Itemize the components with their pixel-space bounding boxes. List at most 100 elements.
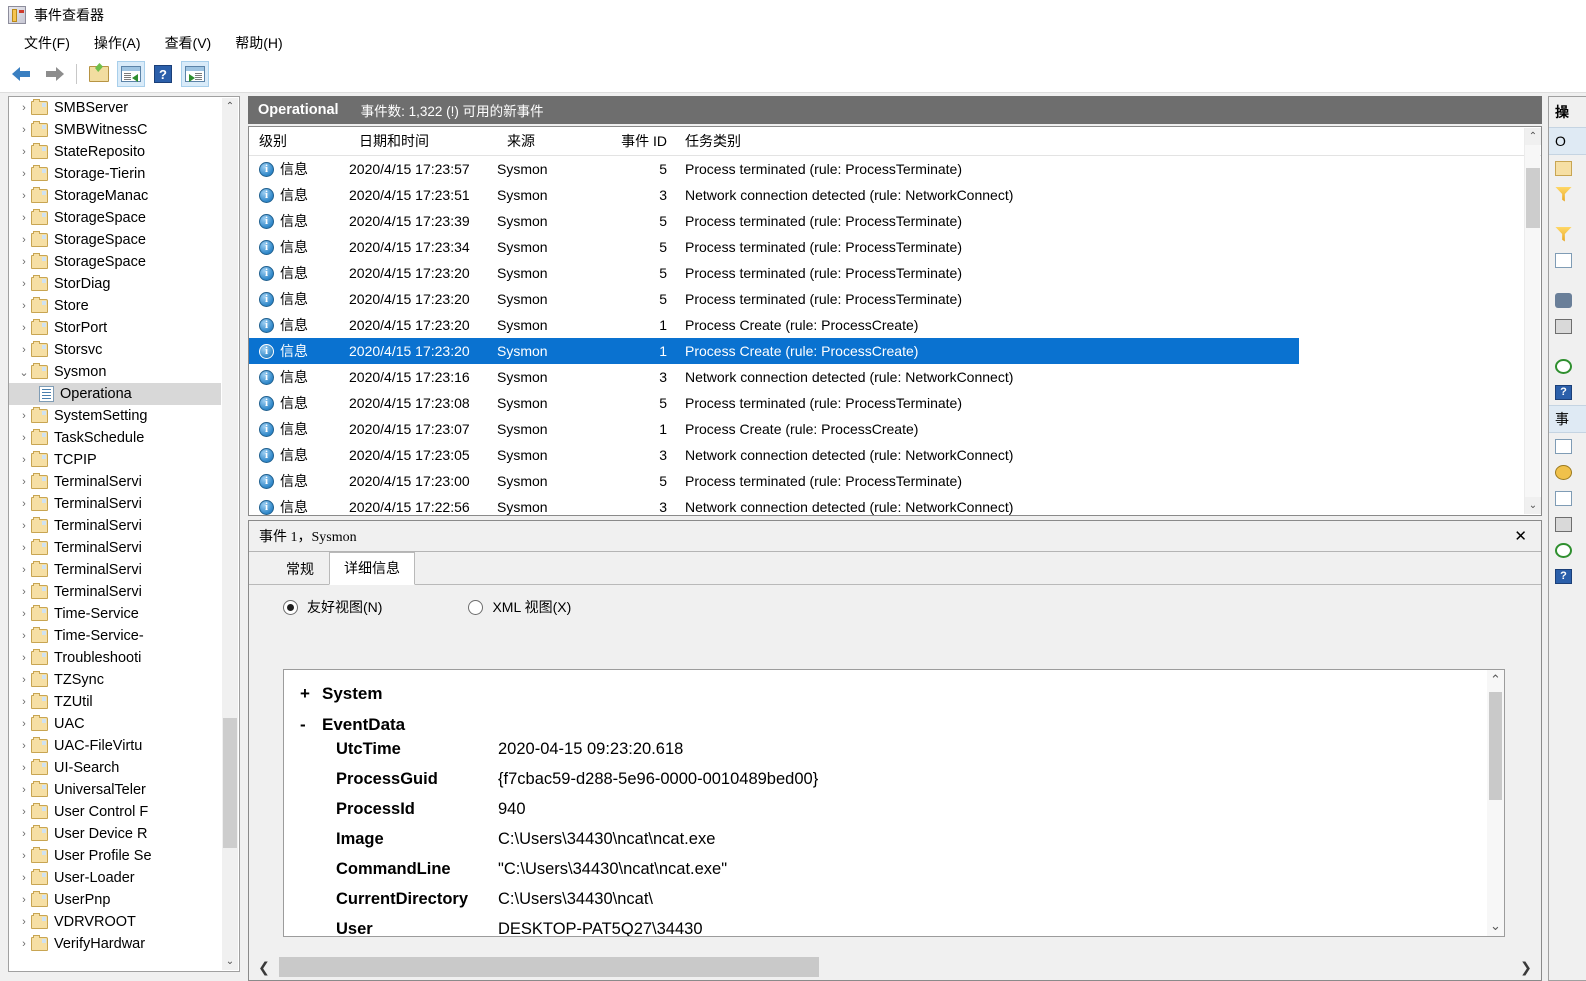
table-row[interactable]: i 信息 2020/4/15 17:23:51 Sysmon 3 Network conn…: [249, 182, 1541, 208]
chevron-right-icon[interactable]: ›: [17, 850, 31, 862]
tree-item-user-control-f[interactable]: › User Control F: [9, 801, 221, 823]
action-find[interactable]: [1549, 287, 1586, 313]
tree-item-terminalservi[interactable]: › TerminalServi: [9, 471, 221, 493]
column-header-date[interactable]: 日期和时间: [349, 127, 497, 155]
tree-item-operationa[interactable]: Operationa: [9, 383, 221, 405]
chevron-right-icon[interactable]: ›: [17, 784, 31, 796]
chevron-right-icon[interactable]: ›: [17, 278, 31, 290]
chevron-right-icon[interactable]: ›: [17, 168, 31, 180]
table-row[interactable]: i 信息 2020/4/15 17:23:20 Sysmon 5 Process term…: [249, 260, 1541, 286]
chevron-right-icon[interactable]: ›: [17, 828, 31, 840]
event-list-pane[interactable]: 级别 日期和时间 来源 事件 ID 任务类别 i 信息 2020/4/15 17:2…: [248, 126, 1542, 516]
menu-action[interactable]: 操作(A): [82, 31, 153, 55]
column-header-event-id[interactable]: 事件 ID: [603, 127, 675, 155]
chevron-right-icon[interactable]: ›: [17, 916, 31, 928]
column-header-task-category[interactable]: 任务类别: [675, 127, 1275, 155]
action-refresh[interactable]: [1549, 353, 1586, 379]
table-row[interactable]: i 信息 2020/4/15 17:23:16 Sysmon 3 Network conn…: [249, 364, 1541, 390]
chevron-down-icon[interactable]: ⌄: [17, 366, 31, 379]
show-hide-console-tree-button[interactable]: [117, 61, 145, 87]
chevron-right-icon[interactable]: ›: [17, 190, 31, 202]
event-data-box[interactable]: + System - EventData UtcTime 2020-04-15 09:23…: [283, 669, 1505, 937]
chevron-right-icon[interactable]: ›: [17, 740, 31, 752]
data-node-eventdata[interactable]: - EventData: [284, 709, 1486, 740]
table-row[interactable]: i 信息 2020/4/15 17:23:00 Sysmon 5 Process term…: [249, 468, 1541, 494]
chevron-right-icon[interactable]: ›: [17, 652, 31, 664]
expand-icon[interactable]: +: [300, 684, 322, 704]
tree-item-store[interactable]: › Store: [9, 295, 221, 317]
tree-item-verifyhardwar[interactable]: › VerifyHardwar: [9, 933, 221, 955]
tab-details[interactable]: 详细信息: [329, 552, 415, 585]
action-refresh-2[interactable]: [1549, 537, 1586, 563]
chevron-right-icon[interactable]: ›: [17, 520, 31, 532]
action-event-properties[interactable]: [1549, 433, 1586, 459]
tree-item-user-device-r[interactable]: › User Device R: [9, 823, 221, 845]
action-help-2[interactable]: ?: [1549, 563, 1586, 589]
tree-item-storage-tierin[interactable]: › Storage-Tierin: [9, 163, 221, 185]
chevron-right-icon[interactable]: ›: [17, 762, 31, 774]
hscroll-right-arrow[interactable]: ❯: [1511, 959, 1541, 976]
hscroll-track[interactable]: [279, 957, 1511, 977]
chevron-right-icon[interactable]: ›: [17, 454, 31, 466]
tree-item-storagespace[interactable]: › StorageSpace: [9, 229, 221, 251]
chevron-right-icon[interactable]: ›: [17, 696, 31, 708]
tree-item-userpnp[interactable]: › UserPnp: [9, 889, 221, 911]
chevron-right-icon[interactable]: ›: [17, 872, 31, 884]
tree-item-time-service[interactable]: › Time-Service: [9, 603, 221, 625]
column-header-level[interactable]: 级别: [249, 127, 349, 155]
chevron-right-icon[interactable]: ›: [17, 542, 31, 554]
table-row[interactable]: i 信息 2020/4/15 17:22:56 Sysmon 3 Network conn…: [249, 494, 1541, 515]
action-filter-current-log[interactable]: [1549, 221, 1586, 247]
data-scroll-down-arrow[interactable]: ⌄: [1487, 916, 1504, 936]
list-scroll-down-arrow[interactable]: ⌄: [1525, 497, 1541, 514]
tree-item-terminalservi[interactable]: › TerminalServi: [9, 559, 221, 581]
tree-item-terminalservi[interactable]: › TerminalServi: [9, 581, 221, 603]
chevron-right-icon[interactable]: ›: [17, 674, 31, 686]
table-row[interactable]: i 信息 2020/4/15 17:23:20 Sysmon 1 Process Crea…: [249, 312, 1541, 338]
tree-item-tzutil[interactable]: › TZUtil: [9, 691, 221, 713]
column-header-source[interactable]: 来源: [497, 127, 603, 155]
tree-item-uac-filevirtu[interactable]: › UAC-FileVirtu: [9, 735, 221, 757]
table-row[interactable]: i 信息 2020/4/15 17:23:39 Sysmon 5 Process term…: [249, 208, 1541, 234]
hscroll-thumb[interactable]: [279, 957, 819, 977]
data-scroll-thumb[interactable]: [1489, 692, 1502, 800]
chevron-right-icon[interactable]: ›: [17, 938, 31, 950]
chevron-right-icon[interactable]: ›: [17, 410, 31, 422]
menu-help[interactable]: 帮助(H): [223, 31, 294, 55]
tree-item-smbwitnessc[interactable]: › SMBWitnessC: [9, 119, 221, 141]
tree-scroll-thumb[interactable]: [223, 718, 237, 848]
chevron-right-icon[interactable]: ›: [17, 322, 31, 334]
tree-item-sysmon[interactable]: ⌄ Sysmon: [9, 361, 221, 383]
tree-item-smbserver[interactable]: › SMBServer: [9, 97, 221, 119]
tree-item-universalteler[interactable]: › UniversalTeler: [9, 779, 221, 801]
action-save-all-events[interactable]: [1549, 313, 1586, 339]
radio-friendly-view[interactable]: 友好视图(N): [283, 597, 382, 617]
chevron-right-icon[interactable]: ›: [17, 344, 31, 356]
chevron-right-icon[interactable]: ›: [17, 212, 31, 224]
action-create-custom-view[interactable]: [1549, 181, 1586, 207]
chevron-right-icon[interactable]: ›: [17, 718, 31, 730]
tree-item-storagespace[interactable]: › StorageSpace: [9, 251, 221, 273]
tree-item-systemsetting[interactable]: › SystemSetting: [9, 405, 221, 427]
tree-item-tcpip[interactable]: › TCPIP: [9, 449, 221, 471]
show-hide-action-pane-button[interactable]: [181, 61, 209, 87]
tree-vertical-scrollbar[interactable]: ⌃ ⌄: [222, 98, 238, 970]
tree-item-storagemanac[interactable]: › StorageManac: [9, 185, 221, 207]
help-button[interactable]: ?: [149, 61, 177, 87]
chevron-right-icon[interactable]: ›: [17, 608, 31, 620]
tree-item-terminalservi[interactable]: › TerminalServi: [9, 515, 221, 537]
chevron-right-icon[interactable]: ›: [17, 806, 31, 818]
tree-item-storsvc[interactable]: › Storsvc: [9, 339, 221, 361]
tree-item-statereposito[interactable]: › StateReposito: [9, 141, 221, 163]
event-data-vertical-scrollbar[interactable]: ⌃ ⌄: [1487, 670, 1504, 936]
tree-item-uac[interactable]: › UAC: [9, 713, 221, 735]
tree-item-terminalservi[interactable]: › TerminalServi: [9, 493, 221, 515]
chevron-right-icon[interactable]: ›: [17, 498, 31, 510]
list-scroll-up-arrow[interactable]: ⌃: [1525, 128, 1541, 145]
table-row[interactable]: i 信息 2020/4/15 17:23:20 Sysmon 5 Process term…: [249, 286, 1541, 312]
collapse-icon[interactable]: -: [300, 715, 322, 735]
action-open-saved-log[interactable]: [1549, 155, 1586, 181]
tree-item-terminalservi[interactable]: › TerminalServi: [9, 537, 221, 559]
tab-general[interactable]: 常规: [271, 553, 329, 585]
tree-item-stordiag[interactable]: › StorDiag: [9, 273, 221, 295]
